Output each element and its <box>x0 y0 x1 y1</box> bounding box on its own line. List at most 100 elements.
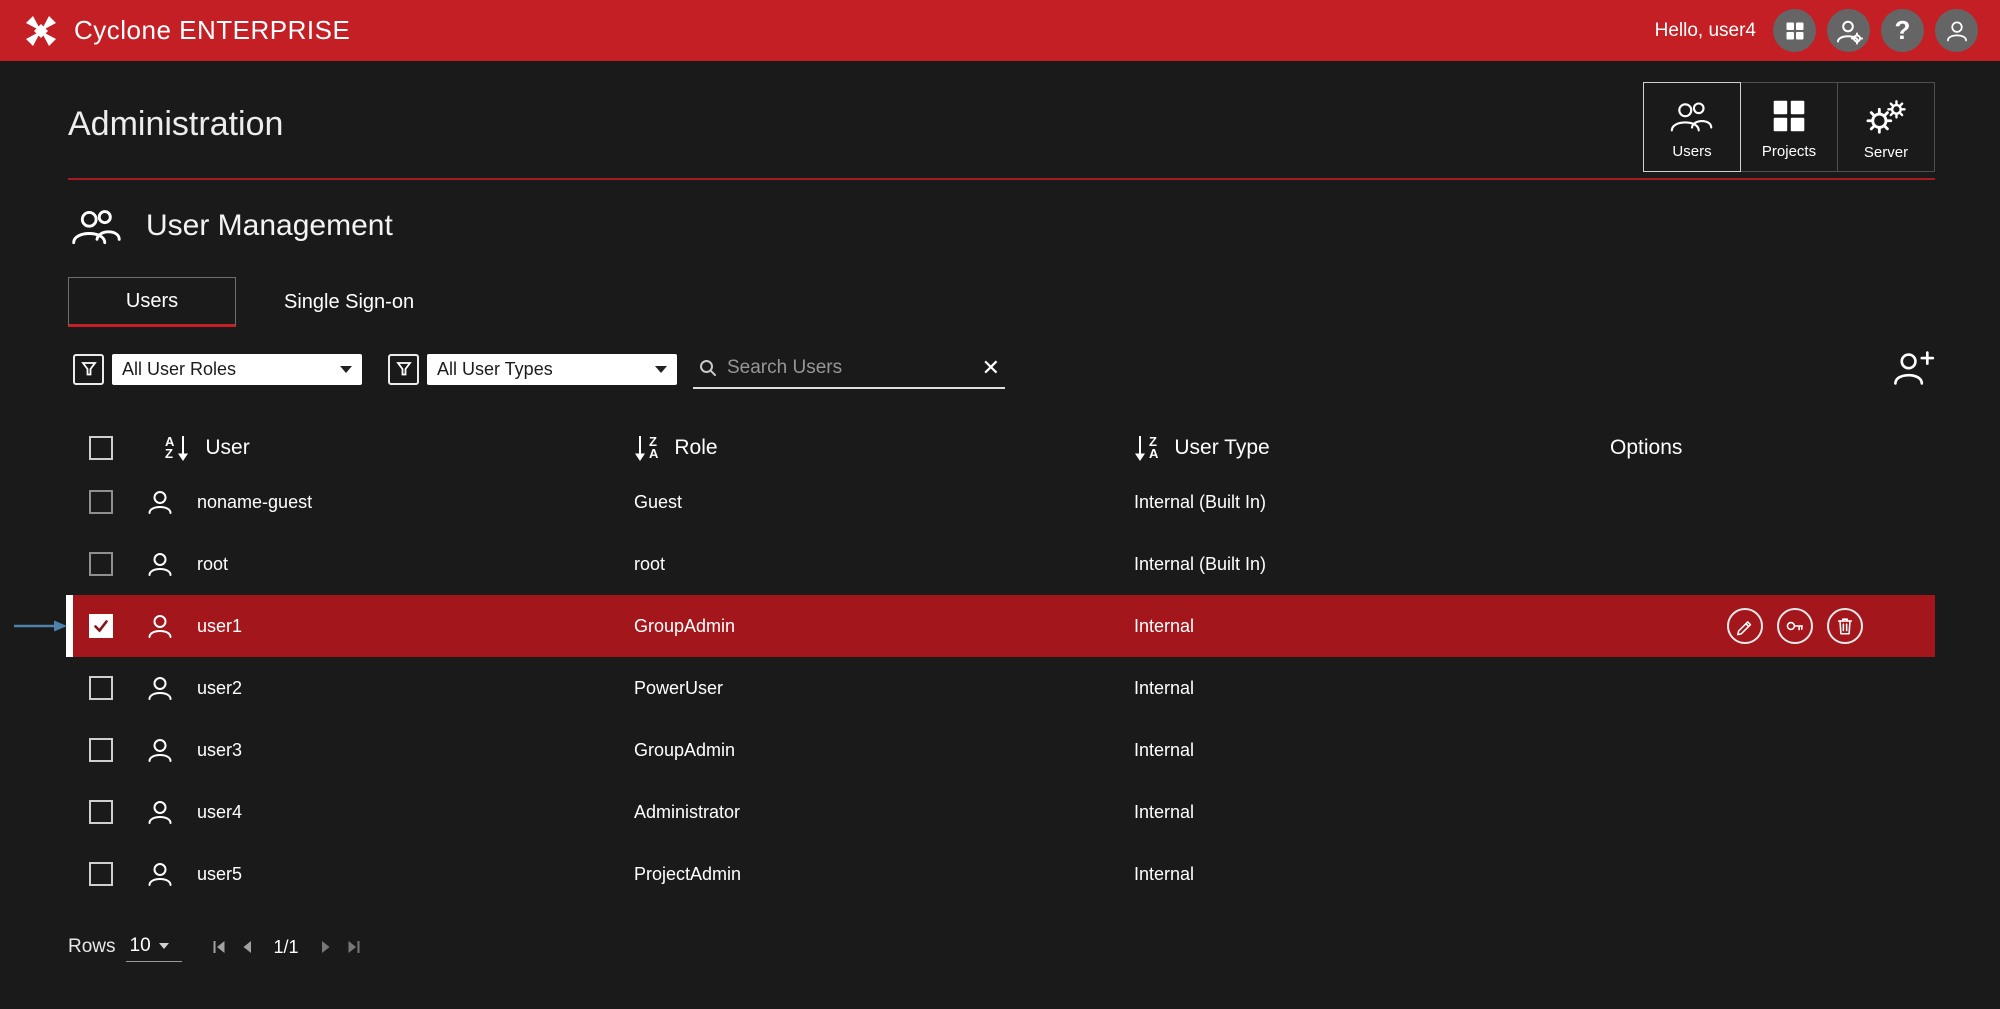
row-checkbox[interactable] <box>89 552 113 576</box>
delete-user-button[interactable] <box>1827 608 1863 644</box>
row-checkbox[interactable] <box>89 862 113 886</box>
header-user: User <box>205 436 249 460</box>
type-filter-select[interactable]: All User Types <box>427 354 677 385</box>
user-role-cell: GroupAdmin <box>634 616 1134 637</box>
header-user-type: User Type <box>1174 436 1269 460</box>
user-name-cell: noname-guest <box>197 492 634 513</box>
user-avatar-icon <box>145 859 175 889</box>
user-role-cell: root <box>634 554 1134 575</box>
last-page-icon <box>344 938 362 956</box>
user-type-cell: Internal (Built In) <box>1134 492 1610 513</box>
rows-per-page-select[interactable]: 10 <box>126 933 182 962</box>
user-admin-button[interactable] <box>1827 9 1870 52</box>
prev-page-button[interactable] <box>236 935 260 959</box>
user-name-cell: root <box>197 554 634 575</box>
projects-grid-icon <box>1771 98 1807 134</box>
annotation-arrow-icon <box>14 619 68 633</box>
user-table: AZ User ZA Role <box>73 425 1935 905</box>
user-name-cell: user2 <box>197 678 634 699</box>
table-row[interactable]: user3 GroupAdmin Internal <box>73 719 1935 781</box>
tab-users[interactable]: Users <box>68 277 236 327</box>
user-type-cell: Internal <box>1134 740 1610 761</box>
user-avatar-icon <box>145 611 175 641</box>
header-options: Options <box>1610 436 1682 459</box>
add-user-button[interactable] <box>1891 349 1935 390</box>
table-row[interactable]: root root Internal (Built In) <box>73 533 1935 595</box>
search-input[interactable] <box>727 357 973 379</box>
help-button[interactable]: ? <box>1881 9 1924 52</box>
row-checkbox[interactable] <box>89 614 113 638</box>
key-icon <box>1785 616 1805 636</box>
user-type-cell: Internal <box>1134 864 1610 885</box>
page-indicator: 1/1 <box>274 937 299 958</box>
check-icon <box>92 617 110 635</box>
nav-server-label: Server <box>1864 144 1908 161</box>
brand: Cyclone ENTERPRISE <box>22 12 350 50</box>
chevron-down-icon <box>655 366 667 373</box>
user-name-cell: user1 <box>197 616 634 637</box>
section-title: User Management <box>146 209 393 243</box>
search-icon <box>698 358 718 378</box>
users-group-icon <box>1667 98 1717 134</box>
table-row[interactable]: user2 PowerUser Internal <box>73 657 1935 719</box>
nav-users[interactable]: Users <box>1643 82 1741 172</box>
chevron-down-icon <box>159 943 169 949</box>
table-row[interactable]: user4 Administrator Internal <box>73 781 1935 843</box>
row-checkbox[interactable] <box>89 676 113 700</box>
person-icon <box>1944 18 1970 44</box>
role-filter-select[interactable]: All User Roles <box>112 354 362 385</box>
last-page-button[interactable] <box>341 935 365 959</box>
top-bar: Cyclone ENTERPRISE Hello, user4 ? <box>0 0 2000 61</box>
sort-user-type-icon[interactable]: ZA <box>1134 434 1158 462</box>
user-role-cell: Administrator <box>634 802 1134 823</box>
user-name-cell: user4 <box>197 802 634 823</box>
table-row[interactable]: user1 GroupAdmin Internal <box>73 595 1935 657</box>
filter-icon <box>81 361 97 377</box>
table-row[interactable]: noname-guest Guest Internal (Built In) <box>73 471 1935 533</box>
nav-server[interactable]: Server <box>1837 82 1935 172</box>
nav-projects[interactable]: Projects <box>1740 82 1838 172</box>
nav-projects-label: Projects <box>1762 143 1816 160</box>
tabs: Users Single Sign-on <box>68 277 462 327</box>
select-all-checkbox[interactable] <box>89 436 113 460</box>
prev-page-icon <box>239 938 257 956</box>
row-checkbox[interactable] <box>89 490 113 514</box>
filter-bar: All User Roles All User Types ✕ <box>68 349 1935 389</box>
profile-button[interactable] <box>1935 9 1978 52</box>
table-row[interactable]: user5 ProjectAdmin Internal <box>73 843 1935 905</box>
pager: 1/1 <box>208 935 365 959</box>
row-checkbox[interactable] <box>89 800 113 824</box>
type-filter-button[interactable] <box>388 354 419 385</box>
user-role-cell: PowerUser <box>634 678 1134 699</box>
pagination-bar: Rows 10 1/1 <box>68 927 365 967</box>
person-gear-icon <box>1835 17 1863 45</box>
page-title: Administration <box>68 105 283 144</box>
row-checkbox[interactable] <box>89 738 113 762</box>
sort-user-icon[interactable]: AZ <box>165 434 189 462</box>
first-page-button[interactable] <box>208 935 232 959</box>
clear-search-icon[interactable]: ✕ <box>982 357 1000 379</box>
user-avatar-icon <box>145 487 175 517</box>
tab-single-sign-on[interactable]: Single Sign-on <box>236 277 462 327</box>
first-page-icon <box>211 938 229 956</box>
sort-role-icon[interactable]: ZA <box>634 434 658 462</box>
user-type-cell: Internal <box>1134 678 1610 699</box>
chevron-down-icon <box>340 366 352 373</box>
table-body: noname-guest Guest Internal (Built In) <box>73 471 1935 905</box>
pencil-icon <box>1735 616 1755 636</box>
brand-title: Cyclone ENTERPRISE <box>74 15 350 46</box>
search-box: ✕ <box>693 349 1005 389</box>
header-role: Role <box>674 436 717 460</box>
apps-grid-button[interactable] <box>1773 9 1816 52</box>
edit-user-button[interactable] <box>1727 608 1763 644</box>
user-name-cell: user3 <box>197 740 634 761</box>
user-role-cell: Guest <box>634 492 1134 513</box>
role-filter-button[interactable] <box>73 354 104 385</box>
access-key-button[interactable] <box>1777 608 1813 644</box>
user-avatar-icon <box>145 735 175 765</box>
apps-grid-icon <box>1785 21 1805 41</box>
rows-label: Rows <box>68 936 116 958</box>
admin-nav: Users Projects <box>1644 82 1935 172</box>
user-management-icon <box>68 206 126 246</box>
next-page-button[interactable] <box>313 935 337 959</box>
